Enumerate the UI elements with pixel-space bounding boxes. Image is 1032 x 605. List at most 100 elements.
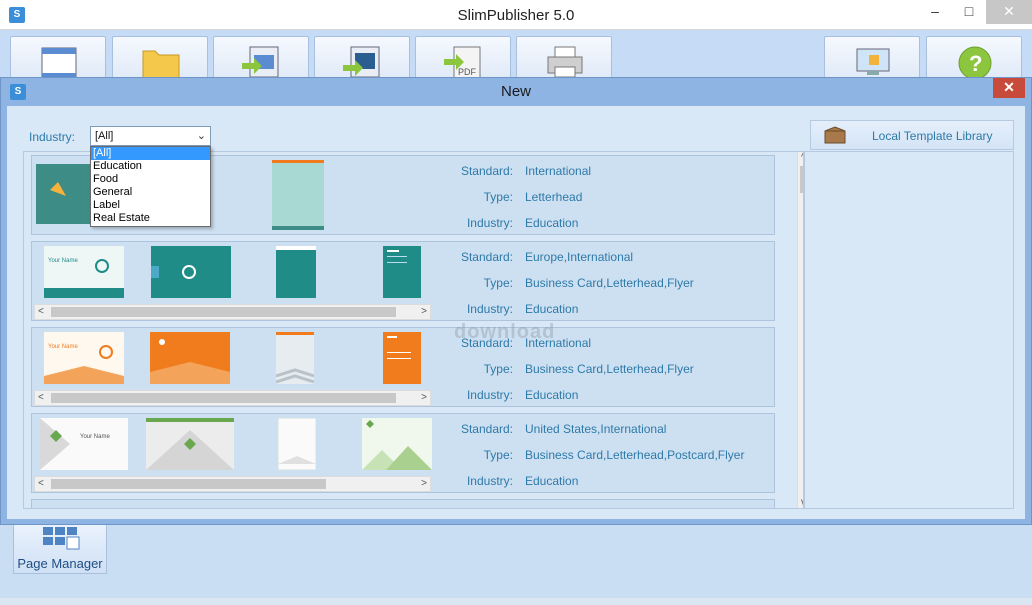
scroll-left-icon[interactable]: < (38, 477, 44, 491)
horizontal-scrollbar[interactable]: < > (34, 390, 431, 406)
type-label: Type: (483, 448, 513, 462)
open-button[interactable] (112, 36, 208, 82)
template-thumbnail: Your Name (40, 418, 128, 470)
standard-label: Standard: (460, 250, 513, 264)
import-image-button[interactable] (213, 36, 309, 82)
template-thumbnail (276, 246, 316, 298)
box-icon (824, 126, 846, 144)
industry-value: Education (525, 388, 579, 402)
export-image-icon (343, 46, 380, 78)
scrollbar-thumb[interactable] (51, 307, 396, 317)
template-library-panel (804, 151, 1014, 509)
window-title: SlimPublisher 5.0 (457, 7, 575, 24)
industry-option[interactable]: Real Estate (91, 212, 210, 225)
industry-field-label: Industry: (466, 474, 513, 488)
maximize-button[interactable]: □ (952, 0, 986, 24)
import-image-icon (242, 46, 279, 78)
standard-value: International (525, 164, 592, 178)
industry-field-label: Industry: (466, 388, 513, 402)
industry-dropdown-list: [All] Education Food General Label Real … (90, 146, 211, 227)
watermark: download (454, 321, 556, 343)
settings-button[interactable] (824, 36, 920, 82)
scroll-right-icon[interactable]: > (421, 305, 427, 319)
scroll-right-icon[interactable]: > (421, 391, 427, 405)
svg-text:Your Name: Your Name (48, 344, 78, 350)
print-button[interactable] (516, 36, 612, 82)
industry-label: Industry: (29, 130, 76, 144)
template-thumbnail (151, 246, 231, 298)
page-manager-button[interactable]: Page Manager (13, 524, 107, 574)
dialog-title-bar: S New ✕ (1, 78, 1031, 106)
print-icon (547, 46, 583, 78)
list-item[interactable]: Your Name < > Standard: International Ty… (31, 327, 775, 407)
page-manager-label: Page Manager (17, 556, 103, 571)
dialog-body: Industry: [All] ⌄ [All] Education Food G… (7, 106, 1025, 519)
local-template-library-button[interactable]: Local Template Library (810, 120, 1014, 150)
vertical-scrollbar[interactable]: ^ v (797, 152, 803, 508)
list-item[interactable] (31, 499, 775, 508)
template-thumbnail (362, 418, 432, 470)
export-pdf-button[interactable]: PDF (415, 36, 511, 82)
industry-value: Education (525, 474, 579, 488)
industry-option[interactable]: Food (91, 173, 210, 186)
type-label: Type: (483, 362, 513, 376)
help-button[interactable]: ? (926, 36, 1022, 82)
horizontal-scrollbar[interactable]: < > (34, 476, 431, 492)
new-icon (41, 47, 77, 79)
scroll-left-icon[interactable]: < (38, 391, 44, 405)
svg-text:?: ? (969, 51, 982, 76)
close-button[interactable]: ✕ (986, 0, 1032, 24)
template-thumbnail (278, 418, 316, 470)
type-label: Type: (483, 276, 513, 290)
industry-option[interactable]: General (91, 186, 210, 199)
template-thumbnail (146, 418, 234, 470)
industry-value: Education (525, 302, 579, 316)
standard-label: Standard: (460, 422, 513, 436)
template-thumbnail (383, 332, 421, 384)
list-item[interactable]: Your Name < > Standard: United States,In… (31, 413, 775, 493)
scroll-right-icon[interactable]: > (421, 477, 427, 491)
industry-option[interactable]: Education (91, 160, 210, 173)
template-thumbnail (272, 160, 324, 230)
scrollbar-thumb[interactable] (51, 393, 396, 403)
standard-label: Standard: (460, 164, 513, 178)
industry-select[interactable]: [All] ⌄ (90, 126, 211, 146)
settings-icon (856, 48, 890, 75)
svg-text:Your Name: Your Name (80, 434, 110, 440)
industry-field-label: Industry: (466, 216, 513, 230)
template-thumbnail (150, 332, 230, 384)
page-manager-icon (43, 527, 80, 550)
template-thumbnail (276, 332, 314, 384)
industry-option[interactable]: Label (91, 199, 210, 212)
template-thumbnail: Your Name (44, 332, 124, 384)
template-thumbnail (383, 246, 421, 298)
dialog-title: New (500, 83, 531, 100)
open-folder-icon (142, 50, 180, 79)
scroll-left-icon[interactable]: < (38, 305, 44, 319)
industry-option[interactable]: [All] (91, 147, 210, 160)
template-thumbnail: Your Name (44, 246, 124, 298)
minimize-button[interactable]: – (918, 0, 952, 24)
export-image-button[interactable] (314, 36, 410, 82)
industry-field-label: Industry: (466, 302, 513, 316)
export-pdf-icon: PDF (444, 46, 481, 79)
type-value: Business Card,Letterhead,Postcard,Flyer (525, 448, 745, 462)
main-title-bar: S SlimPublisher 5.0 – □ ✕ (0, 0, 1032, 30)
new-document-button[interactable] (10, 36, 106, 82)
type-value: Business Card,Letterhead,Flyer (525, 276, 694, 290)
horizontal-scrollbar[interactable]: < > (34, 304, 431, 320)
new-dialog: S New ✕ Industry: [All] ⌄ [All] Educatio… (0, 77, 1032, 525)
type-value: Business Card,Letterhead,Flyer (525, 362, 694, 376)
status-bar (0, 598, 1032, 605)
main-toolbar: PDF ? (0, 30, 1032, 82)
standard-value: United States,International (525, 422, 667, 436)
list-item[interactable]: Your Name < > Standard: Europe,Internati… (31, 241, 775, 321)
svg-text:PDF: PDF (458, 67, 477, 77)
dialog-close-button[interactable]: ✕ (993, 78, 1025, 98)
local-template-library-label: Local Template Library (872, 129, 993, 143)
scrollbar-thumb[interactable] (51, 479, 326, 489)
industry-value: Education (525, 216, 579, 230)
type-label: Type: (483, 190, 513, 204)
help-icon: ? (958, 46, 992, 79)
industry-select-value: [All] (95, 130, 114, 142)
